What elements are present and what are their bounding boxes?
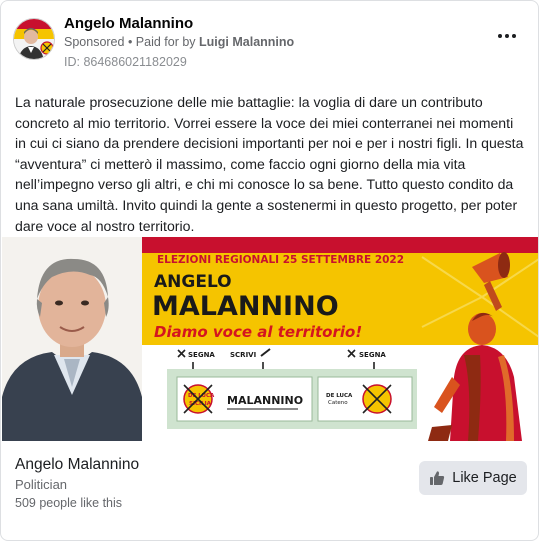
dot [512,34,516,38]
ad-banner-image[interactable]: ELEZIONI REGIONALI 25 SETTEMBRE 2022 ANG… [2,237,538,441]
page-footer: Angelo Malannino Politician 509 people l… [1,441,538,540]
dot [505,34,509,38]
segna-left: SEGNA [188,351,215,359]
paid-for-name: Luigi Malannino [199,35,295,49]
first-name: ANGELO [154,272,232,292]
sponsored-label[interactable]: Sponsored [64,35,124,49]
avatar-image [14,19,54,59]
ballot-name: MALANNINO [227,394,303,407]
footer-likes-count: 509 people like this [15,496,123,510]
page-avatar[interactable] [13,18,55,60]
footer-category: Politician [15,477,68,492]
dot [498,34,502,38]
more-options-icon[interactable] [498,31,516,41]
paid-for-label: Paid for by [135,35,200,49]
separator-dot: • [124,35,136,49]
post-text: La naturale prosecuzione delle mie batta… [15,94,524,234]
ad-id: ID: 864686021182029 [64,55,187,69]
like-page-button[interactable]: Like Page [419,461,527,495]
post-header: Angelo Malannino Sponsored • Paid for by… [1,1,538,81]
page-name-link[interactable]: Angelo Malannino [64,15,193,32]
banner-graphic: ELEZIONI REGIONALI 25 SETTEMBRE 2022 ANG… [2,237,538,441]
thumbs-up-icon [430,471,445,485]
candidate-photo [2,237,142,441]
sponsored-line: Sponsored • Paid for by Luigi Malannino [64,35,294,49]
scrivi: SCRIVI [230,351,256,359]
last-name: MALANNINO [152,291,339,322]
segna-right: SEGNA [359,351,386,359]
election-line: ELEZIONI REGIONALI 25 SETTEMBRE 2022 [157,254,404,266]
candidate-small-1: DE LUCA [326,393,353,399]
like-page-label: Like Page [452,470,517,486]
footer-page-name[interactable]: Angelo Malannino [15,456,139,474]
candidate-small-2: Cateno [328,400,348,406]
megaphone-statue-illustration [421,252,538,441]
sponsored-post-card: Angelo Malannino Sponsored • Paid for by… [0,0,539,541]
slogan: Diamo voce al territorio! [154,323,362,341]
